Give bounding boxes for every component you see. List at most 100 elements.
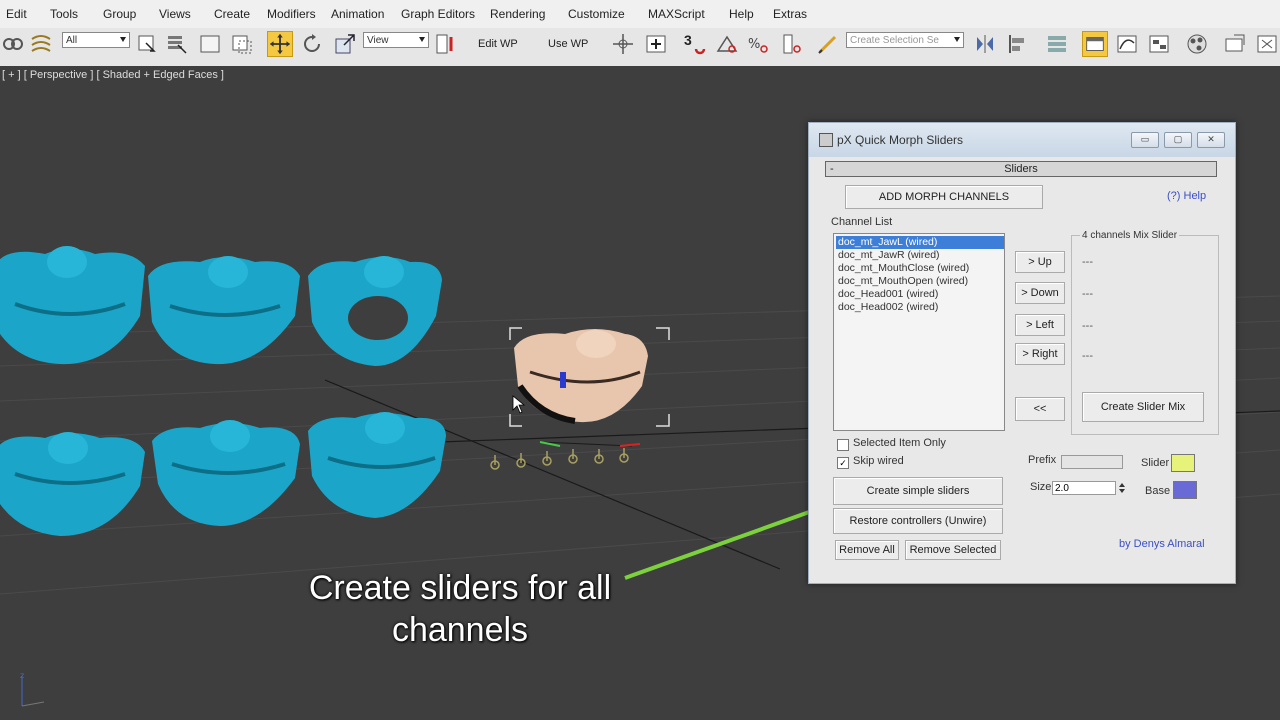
mix-slot: --- (1082, 288, 1093, 300)
render-frame-icon[interactable] (1254, 31, 1280, 57)
named-selection-placeholder: Create Selection Se (850, 35, 939, 46)
remove-selected-button[interactable]: Remove Selected (905, 540, 1001, 560)
dialog-titlebar[interactable]: pX Quick Morph Sliders ▭ ▢ ✕ (809, 123, 1235, 157)
select-object-icon[interactable] (134, 31, 160, 57)
right-button[interactable]: > Right (1015, 343, 1065, 365)
remove-all-button[interactable]: Remove All (835, 540, 899, 560)
maximize-button[interactable]: ▢ (1164, 132, 1192, 148)
left-button[interactable]: > Left (1015, 314, 1065, 336)
base-color-swatch[interactable] (1173, 481, 1197, 499)
move-icon[interactable] (267, 31, 293, 57)
menu-maxscript[interactable]: MAXScript (648, 7, 705, 21)
graphite-ribbon-icon[interactable] (1082, 31, 1108, 57)
create-simple-sliders-button[interactable]: Create simple sliders (833, 477, 1003, 505)
selected-head-mesh[interactable] (509, 327, 670, 427)
menu-bar: Edit Tools Group Views Create Modifiers … (0, 0, 1280, 29)
morph-target-mesh[interactable] (0, 432, 145, 536)
keyboard-shortcut-toggle-icon[interactable] (643, 31, 669, 57)
use-working-pivot-button[interactable]: Use WP (548, 38, 588, 50)
selection-filter-value: All (66, 35, 78, 46)
rotate-icon[interactable] (299, 31, 325, 57)
schematic-view-icon[interactable] (1146, 31, 1172, 57)
select-and-manipulate-icon[interactable] (610, 31, 636, 57)
restore-controllers-button[interactable]: Restore controllers (Unwire) (833, 508, 1003, 534)
prefix-input[interactable] (1061, 455, 1123, 469)
remove-from-mix-button[interactable]: << (1015, 397, 1065, 421)
viewport-label[interactable]: [ + ] [ Perspective ] [ Shaded + Edged F… (2, 69, 224, 81)
edit-named-selection-icon[interactable] (815, 31, 841, 57)
menu-customize[interactable]: Customize (568, 7, 625, 21)
size-label: Size (1030, 481, 1052, 493)
channel-list[interactable]: doc_mt_JawL (wired) doc_mt_JawR (wired) … (833, 233, 1005, 431)
spinner-arrows-icon[interactable] (1118, 481, 1126, 495)
named-selection-set-dropdown[interactable]: Create Selection Se (846, 32, 964, 48)
list-item[interactable]: doc_mt_MouthClose (wired) (836, 262, 971, 275)
list-item[interactable]: doc_mt_JawR (wired) (836, 249, 942, 262)
rectangular-selection-icon[interactable] (197, 31, 223, 57)
window-crossing-icon[interactable] (229, 31, 255, 57)
menu-edit[interactable]: Edit (6, 7, 27, 21)
menu-extras[interactable]: Extras (773, 7, 807, 21)
down-button[interactable]: > Down (1015, 282, 1065, 304)
curve-editor-icon[interactable] (1114, 31, 1140, 57)
menu-modifiers[interactable]: Modifiers (267, 7, 316, 21)
menu-help[interactable]: Help (729, 7, 754, 21)
create-slider-mix-button[interactable]: Create Slider Mix (1082, 392, 1204, 422)
list-item[interactable]: doc_Head002 (wired) (836, 301, 940, 314)
sliders-rollout-header[interactable]: - Sliders (825, 161, 1217, 177)
selected-item-only-checkbox[interactable] (837, 439, 849, 451)
list-item[interactable]: doc_mt_JawL (wired) (836, 236, 1004, 249)
collapse-icon: - (830, 163, 834, 175)
morph-target-mesh[interactable] (148, 256, 300, 365)
bind-spacewarp-icon[interactable] (28, 31, 54, 57)
list-item[interactable]: doc_Head001 (wired) (836, 288, 940, 301)
morph-target-mesh[interactable] (308, 412, 446, 518)
menu-graph-editors[interactable]: Graph Editors (401, 7, 475, 21)
base-color-label: Base (1145, 485, 1171, 497)
align-icon[interactable] (1004, 31, 1030, 57)
up-button[interactable]: > Up (1015, 251, 1065, 273)
menu-rendering[interactable]: Rendering (490, 7, 545, 21)
menu-group[interactable]: Group (103, 7, 136, 21)
size-spinner[interactable]: 2.0 (1052, 481, 1116, 495)
close-button[interactable]: ✕ (1197, 132, 1225, 148)
chevron-down-icon (120, 37, 126, 42)
edit-working-pivot-button[interactable]: Edit WP (478, 38, 518, 50)
minimize-button[interactable]: ▭ (1131, 132, 1159, 148)
spinner-snap-icon[interactable] (778, 31, 804, 57)
morph-target-mesh[interactable] (0, 246, 145, 365)
app-icon (819, 133, 833, 147)
mix-slider-group: 4 channels Mix Slider --- --- --- --- Cr… (1071, 230, 1219, 435)
reference-coordinate-dropdown[interactable]: View (363, 32, 429, 48)
add-morph-channels-button[interactable]: ADD MORPH CHANNELS (845, 185, 1043, 209)
morph-target-mesh[interactable] (308, 256, 442, 366)
render-setup-icon[interactable] (1222, 31, 1248, 57)
mirror-icon[interactable] (972, 31, 998, 57)
layer-manager-icon[interactable] (1044, 31, 1070, 57)
skip-wired-checkbox[interactable]: ✓ (837, 457, 849, 469)
main-toolbar: All View Edit WP Use WP 3 % Create Selec… (0, 28, 1280, 68)
selection-filter-dropdown[interactable]: All (62, 32, 130, 48)
scale-icon[interactable] (332, 31, 358, 57)
channel-list-label: Channel List (831, 216, 893, 228)
rollout-title: Sliders (1004, 163, 1038, 175)
slider-color-swatch[interactable] (1171, 454, 1195, 472)
menu-views[interactable]: Views (159, 7, 191, 21)
pivot-center-icon[interactable] (433, 31, 459, 57)
material-editor-icon[interactable] (1184, 31, 1210, 57)
percent-snap-icon[interactable]: % (745, 31, 771, 57)
list-item[interactable]: doc_mt_MouthOpen (wired) (836, 275, 970, 288)
morph-target-mesh[interactable] (152, 420, 300, 526)
menu-tools[interactable]: Tools (50, 7, 78, 21)
menu-create[interactable]: Create (214, 7, 250, 21)
menu-animation[interactable]: Animation (331, 7, 384, 21)
reference-coordinate-value: View (367, 35, 389, 46)
select-by-name-icon[interactable] (164, 31, 190, 57)
dialog-title: pX Quick Morph Sliders (837, 133, 964, 147)
angle-snap-icon[interactable] (714, 31, 740, 57)
help-link[interactable]: (?) Help (1167, 190, 1206, 202)
mouse-cursor-icon (512, 395, 526, 414)
link-icon[interactable] (0, 31, 26, 57)
mix-slot: --- (1082, 320, 1093, 332)
axis-tripod-icon: z (20, 671, 45, 707)
